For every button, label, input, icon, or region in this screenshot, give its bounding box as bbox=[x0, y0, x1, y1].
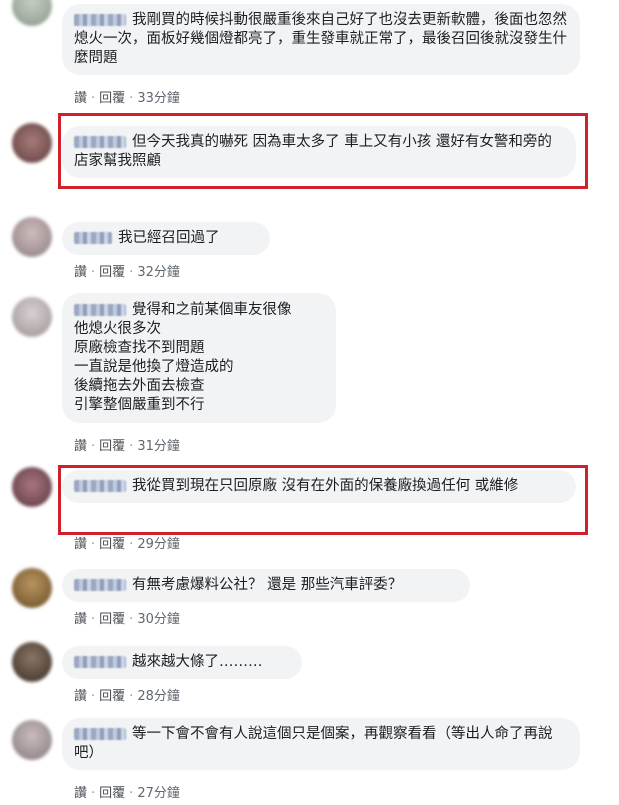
avatar[interactable] bbox=[12, 297, 52, 337]
comment-actions: 讚 · 回覆 · 33分鐘 bbox=[74, 91, 180, 106]
comment-time[interactable]: 29分鐘 bbox=[137, 537, 180, 552]
avatar[interactable] bbox=[12, 720, 52, 760]
reply-link[interactable]: 回覆 bbox=[99, 91, 125, 106]
like-link[interactable]: 讚 bbox=[74, 265, 87, 280]
comment-text: 有無考慮爆料公社？ 還是 那些汽車評委？ bbox=[132, 577, 403, 593]
comment-actions: 讚 · 回覆 · 27分鐘 bbox=[74, 786, 180, 801]
comment-line: 原廠檢查找不到問題 bbox=[74, 340, 205, 356]
avatar[interactable] bbox=[12, 642, 52, 682]
comment-line: 引擎整個嚴重到不行 bbox=[74, 397, 205, 413]
comment-bubble: 等一下會不會有人說這個只是個案，再觀察看看（等出人命了再說吧） bbox=[62, 718, 580, 770]
comment-text: 越來越大條了……… bbox=[132, 654, 263, 670]
comment-bubble: 越來越大條了……… bbox=[62, 646, 302, 679]
commenter-name[interactable] bbox=[74, 480, 126, 492]
reply-link[interactable]: 回覆 bbox=[99, 439, 125, 454]
commenter-name[interactable] bbox=[74, 579, 126, 591]
comment-text: 等一下會不會有人說這個只是個案，再觀察看看（等出人命了再說吧） bbox=[74, 726, 553, 761]
comment-text: 我剛買的時候抖動很嚴重後來自己好了也沒去更新軟體，後面也忽然熄火一次，面板好幾個… bbox=[74, 12, 567, 66]
reply-link[interactable]: 回覆 bbox=[99, 786, 125, 801]
commenter-name[interactable] bbox=[74, 656, 126, 668]
comment-text: 我從買到現在只回原廠 沒有在外面的保養廠換過任何 或維修 bbox=[132, 478, 519, 494]
commenter-name[interactable] bbox=[74, 232, 112, 244]
comment-time[interactable]: 32分鐘 bbox=[137, 265, 180, 280]
comment-bubble: 我剛買的時候抖動很嚴重後來自己好了也沒去更新軟體，後面也忽然熄火一次，面板好幾個… bbox=[62, 4, 580, 75]
comment-actions: 讚 · 回覆 · 32分鐘 bbox=[74, 265, 180, 280]
comment-bubble: 我已經召回過了 bbox=[62, 222, 270, 255]
comment-actions: 讚 · 回覆 · 31分鐘 bbox=[74, 439, 180, 454]
like-link[interactable]: 讚 bbox=[74, 689, 87, 704]
comment-text: 我已經召回過了 bbox=[118, 230, 220, 246]
comment-bubble: 覺得和之前某個車友很像 他熄火很多次 原廠檢查找不到問題 一直說是他換了燈造成的… bbox=[62, 293, 336, 423]
comment-line: 一直說是他換了燈造成的 bbox=[74, 359, 234, 375]
like-link[interactable]: 讚 bbox=[74, 612, 87, 627]
comment-line: 他熄火很多次 bbox=[74, 321, 161, 337]
comment-time[interactable]: 30分鐘 bbox=[137, 612, 180, 627]
comment-line: 後續拖去外面去檢查 bbox=[74, 378, 205, 394]
commenter-name[interactable] bbox=[74, 14, 126, 26]
reply-link[interactable]: 回覆 bbox=[99, 612, 125, 627]
comment-bubble: 有無考慮爆料公社？ 還是 那些汽車評委？ bbox=[62, 569, 470, 602]
comment-time[interactable]: 33分鐘 bbox=[137, 91, 180, 106]
comment-bubble: 我從買到現在只回原廠 沒有在外面的保養廠換過任何 或維修 bbox=[62, 470, 576, 503]
comment-time[interactable]: 27分鐘 bbox=[137, 786, 180, 801]
comment-time[interactable]: 28分鐘 bbox=[137, 689, 180, 704]
avatar[interactable] bbox=[12, 0, 52, 26]
like-link[interactable]: 讚 bbox=[74, 439, 87, 454]
avatar[interactable] bbox=[12, 217, 52, 257]
comment-line: 覺得和之前某個車友很像 bbox=[132, 302, 292, 318]
comment-actions: 讚 · 回覆 · 28分鐘 bbox=[74, 689, 180, 704]
comment-time[interactable]: 31分鐘 bbox=[137, 439, 180, 454]
comment-actions: 讚 · 回覆 · 29分鐘 bbox=[74, 537, 180, 552]
commenter-name[interactable] bbox=[74, 136, 126, 148]
reply-link[interactable]: 回覆 bbox=[99, 265, 125, 280]
comment-text: 但今天我真的嚇死 因為車太多了 車上又有小孩 還好有女警和旁的店家幫我照顧 bbox=[74, 134, 552, 169]
commenter-name[interactable] bbox=[74, 304, 126, 316]
like-link[interactable]: 讚 bbox=[74, 91, 87, 106]
like-link[interactable]: 讚 bbox=[74, 786, 87, 801]
avatar[interactable] bbox=[12, 123, 52, 163]
reply-link[interactable]: 回覆 bbox=[99, 689, 125, 704]
avatar[interactable] bbox=[12, 467, 52, 507]
like-link[interactable]: 讚 bbox=[74, 537, 87, 552]
comment-bubble: 但今天我真的嚇死 因為車太多了 車上又有小孩 還好有女警和旁的店家幫我照顧 bbox=[62, 126, 576, 178]
commenter-name[interactable] bbox=[74, 728, 126, 740]
comment-actions: 讚 · 回覆 · 30分鐘 bbox=[74, 612, 180, 627]
reply-link[interactable]: 回覆 bbox=[99, 537, 125, 552]
avatar[interactable] bbox=[12, 568, 52, 608]
